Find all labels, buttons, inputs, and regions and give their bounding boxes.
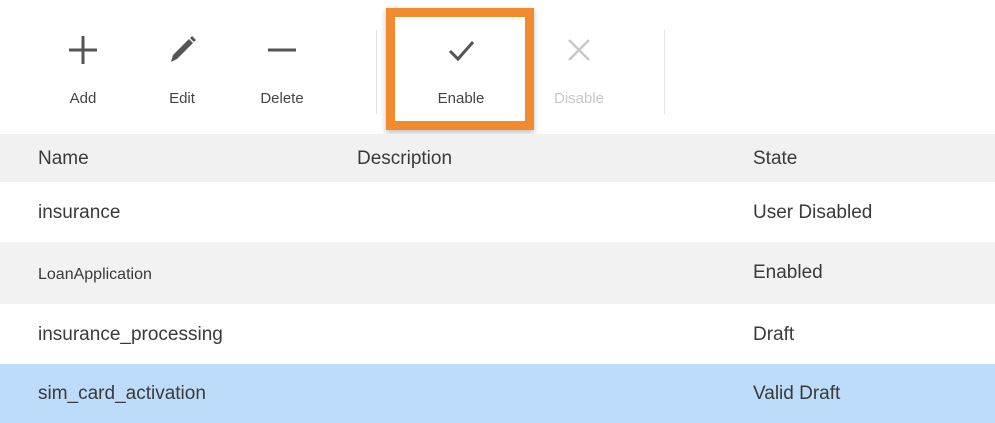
column-header-state[interactable]: State: [753, 148, 797, 170]
table-row-selected[interactable]: sim_card_activation Valid Draft: [0, 364, 995, 423]
column-header-description[interactable]: Description: [357, 148, 452, 170]
plus-icon: [69, 36, 97, 64]
row-state: Enabled: [753, 262, 823, 283]
row-state: Valid Draft: [753, 383, 841, 404]
row-name: sim_card_activation: [38, 383, 206, 404]
pencil-icon: [171, 36, 196, 62]
toolbar: Add Edit Delete Enable Disable: [0, 0, 995, 134]
row-name: LoanApplication: [38, 266, 152, 283]
edit-button[interactable]: Edit: [137, 30, 227, 120]
add-label: Add: [69, 90, 97, 107]
disable-button[interactable]: Disable: [534, 30, 624, 120]
edit-label: Edit: [169, 90, 195, 107]
table-row[interactable]: insurance User Disabled: [0, 182, 995, 242]
delete-label: Delete: [260, 90, 304, 107]
enable-highlight-box: [386, 8, 534, 130]
row-state: User Disabled: [753, 202, 873, 223]
toolbar-divider: [376, 30, 377, 114]
table-row[interactable]: LoanApplication Enabled: [0, 242, 995, 304]
table-header: Name Description State: [0, 134, 995, 182]
column-header-name[interactable]: Name: [38, 148, 89, 170]
row-state: Draft: [753, 324, 795, 345]
row-name: insurance_processing: [38, 324, 223, 345]
x-icon: [568, 39, 590, 61]
minus-icon: [268, 48, 296, 52]
toolbar-divider: [664, 30, 665, 114]
delete-button[interactable]: Delete: [237, 30, 327, 120]
row-name: insurance: [38, 202, 121, 223]
table-row[interactable]: insurance_processing Draft: [0, 304, 995, 364]
add-button[interactable]: Add: [38, 30, 128, 120]
disable-label: Disable: [553, 90, 605, 107]
